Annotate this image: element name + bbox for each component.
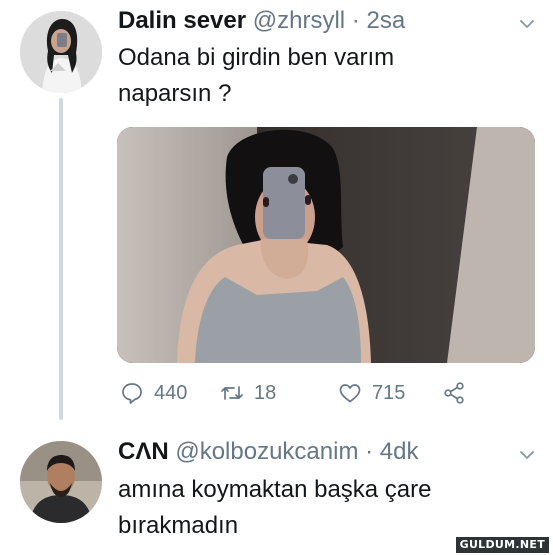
tweet-media-photo[interactable] xyxy=(117,127,535,363)
share-nodes-icon xyxy=(444,382,464,404)
tweet-header: CΛN @kolbozukcanim · 4dk xyxy=(118,437,419,467)
separator-dot: · xyxy=(365,438,374,465)
heart-icon xyxy=(339,384,361,403)
user-handle[interactable]: @kolbozukcanim xyxy=(175,438,358,465)
avatar[interactable] xyxy=(20,441,102,523)
timestamp[interactable]: 2sa xyxy=(366,7,405,34)
separator-dot: · xyxy=(351,7,360,34)
retweet-count: 18 xyxy=(254,381,277,404)
avatar[interactable] xyxy=(20,11,102,93)
tweet-actions: 440 18 715 xyxy=(120,378,520,408)
tweet-header: Dalin sever @zhrsyll · 2sa xyxy=(118,6,405,36)
share-action[interactable] xyxy=(442,378,466,408)
timestamp[interactable]: 4dk xyxy=(380,438,419,465)
tweet-text: amına koymaktan başka çare bırakmadın xyxy=(118,476,432,539)
retweet-action[interactable]: 18 xyxy=(220,378,276,408)
chevron-down-icon[interactable] xyxy=(519,447,535,463)
display-name[interactable]: CΛN xyxy=(118,438,169,465)
reply-action[interactable]: 440 xyxy=(120,378,187,408)
thread-connector-line xyxy=(59,98,63,420)
tweet-reply[interactable]: CΛN @kolbozukcanim · 4dk amına koymaktan… xyxy=(0,425,553,555)
site-watermark: GULDUM.NET xyxy=(455,537,549,553)
avatar-photo xyxy=(20,11,102,93)
user-handle[interactable]: @zhrsyll xyxy=(253,7,345,34)
speech-bubble-icon xyxy=(122,383,142,404)
chevron-down-icon[interactable] xyxy=(519,16,535,32)
like-count: 715 xyxy=(372,381,406,404)
like-action[interactable]: 715 xyxy=(338,378,405,408)
mirror-selfie-image xyxy=(117,127,535,363)
reply-count: 440 xyxy=(154,381,188,404)
avatar-photo xyxy=(20,441,102,523)
tweet-original[interactable]: Dalin sever @zhrsyll · 2sa Odana bi gird… xyxy=(0,0,553,425)
retweet-arrows-icon xyxy=(221,386,243,400)
display-name[interactable]: Dalin sever xyxy=(118,7,246,34)
tweet-text: Odana bi girdin ben varım naparsın ? xyxy=(118,44,395,107)
